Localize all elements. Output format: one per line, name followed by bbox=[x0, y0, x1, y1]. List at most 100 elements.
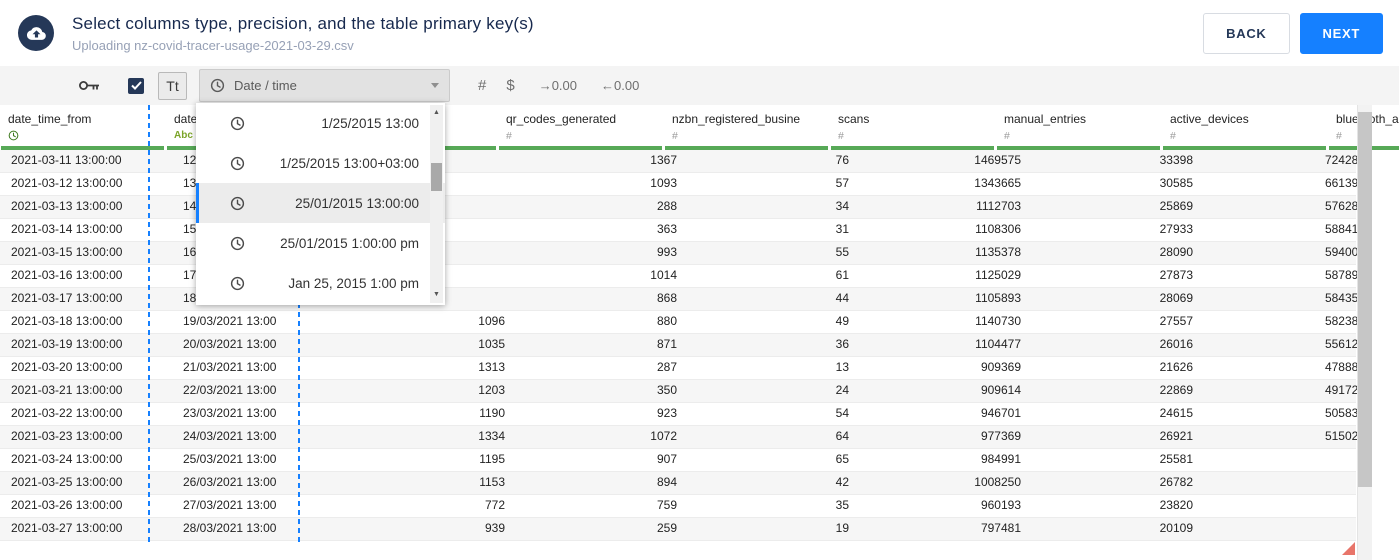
table-cell bbox=[1204, 472, 1376, 494]
decrease-decimals-button[interactable]: ←0.00 bbox=[601, 78, 639, 93]
clock-icon bbox=[230, 156, 245, 170]
column-type-indicator: # bbox=[1004, 129, 1010, 142]
table-cell: 2021-03-13 13:00:00 bbox=[11, 199, 123, 213]
scroll-up-icon[interactable]: ▲ bbox=[430, 108, 443, 118]
table-cell: 2021-03-14 13:00:00 bbox=[11, 222, 123, 236]
table-cell: 22869 bbox=[1159, 383, 1193, 397]
upload-cloud-icon bbox=[18, 15, 54, 51]
next-button[interactable]: NEXT bbox=[1299, 12, 1383, 54]
table-cell: 24 bbox=[835, 383, 849, 397]
column-header-qr_codes_generated[interactable]: qr_codes_generated # bbox=[498, 105, 664, 150]
table-cell: 582380 bbox=[1324, 314, 1365, 328]
table-cell: 1203 bbox=[478, 383, 505, 397]
table-cell: 1261266 bbox=[1376, 150, 1399, 172]
table-cell: 505836 bbox=[1324, 406, 1365, 420]
table-cell: 1367 bbox=[650, 153, 677, 167]
table-cell: 25/03/2021 13:00 bbox=[183, 452, 277, 466]
back-button[interactable]: BACK bbox=[1203, 12, 1290, 54]
table-cell: 49 bbox=[835, 314, 849, 328]
table-cell: 594008 bbox=[1324, 245, 1365, 259]
column-quality-bar bbox=[831, 146, 994, 150]
table-cell: 36 bbox=[835, 337, 849, 351]
table-cell: 491728 bbox=[1324, 383, 1365, 397]
table-cell: 1108306 bbox=[975, 222, 1021, 236]
table-cell: 1093 bbox=[650, 176, 677, 190]
table-cell: 287 bbox=[656, 360, 677, 374]
table-cell bbox=[1376, 472, 1399, 494]
table-cell: 19/03/2021 13:00 bbox=[183, 314, 277, 328]
table-cell: 724288 bbox=[1324, 153, 1365, 167]
column-name: manual_entries bbox=[1004, 112, 1087, 126]
table-row: 2021-03-20 13:00:00 21/03/2021 13:00 1313 2… bbox=[0, 357, 1365, 380]
column-header-active_devices[interactable]: active_devices # bbox=[1162, 105, 1328, 150]
table-row: 2021-03-25 13:00:00 26/03/2021 13:00 1153 8… bbox=[0, 472, 1356, 495]
format-option[interactable]: 25/01/2015 13:00:00 bbox=[196, 183, 445, 223]
table-cell: 25869 bbox=[1159, 199, 1193, 213]
format-option[interactable]: 1/25/2015 13:00 bbox=[196, 103, 445, 143]
column-header-manual_entries[interactable]: manual_entries # bbox=[996, 105, 1162, 150]
table-cell: 1125029 bbox=[975, 268, 1021, 282]
format-option-label: Jan 25, 2015 1:00 pm bbox=[288, 275, 419, 291]
table-cell: 556123 bbox=[1324, 337, 1365, 351]
table-cell: 588414 bbox=[1324, 222, 1365, 236]
column-quality-bar bbox=[665, 146, 828, 150]
table-cell: 259 bbox=[656, 521, 677, 535]
table-cell: 13 bbox=[835, 360, 849, 374]
format-option[interactable]: 1/25/2015 13:00+03:00 bbox=[196, 143, 445, 183]
scrollbar-thumb[interactable] bbox=[1358, 112, 1372, 487]
table-cell: 1240704 bbox=[1376, 242, 1399, 264]
table-cell: 1171854 bbox=[1376, 449, 1399, 471]
clock-icon bbox=[8, 130, 19, 141]
scroll-down-icon[interactable]: ▼ bbox=[430, 290, 443, 300]
column-header-nzbn_registered_busine[interactable]: nzbn_registered_busine # bbox=[664, 105, 830, 150]
table-cell: 1008250 bbox=[974, 475, 1021, 489]
table-cell: 909614 bbox=[980, 383, 1021, 397]
table-row: 2021-03-23 13:00:00 24/03/2021 13:00 1334 1… bbox=[0, 426, 1365, 449]
table-cell: 1213891 bbox=[1376, 380, 1399, 402]
table-cell: 1229904 bbox=[1376, 311, 1399, 333]
text-type-button[interactable]: Tt bbox=[158, 71, 187, 100]
format-option-label: 1/25/2015 13:00+03:00 bbox=[279, 155, 419, 171]
table-cell: 1014 bbox=[650, 268, 677, 282]
table-cell bbox=[1204, 495, 1376, 517]
table-cell: 1072 bbox=[650, 429, 677, 443]
menu-scrollbar-thumb[interactable] bbox=[431, 163, 442, 191]
table-cell: 20/03/2021 13:00 bbox=[183, 337, 277, 351]
table-cell: 923 bbox=[656, 406, 677, 420]
table-cell: 34 bbox=[835, 199, 849, 213]
primary-key-icon[interactable] bbox=[78, 78, 100, 93]
format-option[interactable]: 25/01/2015 1:00:00 pm bbox=[196, 223, 445, 263]
increase-decimals-button[interactable]: →0.00 bbox=[539, 78, 577, 93]
include-column-checkbox[interactable] bbox=[128, 77, 144, 94]
table-cell: 880 bbox=[656, 314, 677, 328]
column-name: nzbn_registered_busine bbox=[672, 112, 801, 126]
number-type-button[interactable]: # bbox=[478, 77, 486, 94]
column-quality-bar bbox=[997, 146, 1160, 150]
table-cell: 2021-03-15 13:00:00 bbox=[11, 245, 123, 259]
table-row: 2021-03-18 13:00:00 19/03/2021 13:00 1096 8… bbox=[0, 311, 1365, 334]
table-cell: 909369 bbox=[980, 360, 1021, 374]
table-cell: 2021-03-22 13:00:00 bbox=[11, 406, 123, 420]
column-header-scans[interactable]: scans # bbox=[830, 105, 996, 150]
table-cell: 2021-03-21 13:00:00 bbox=[11, 383, 123, 397]
date-format-select[interactable]: Date / time bbox=[199, 69, 450, 102]
table-scrollbar[interactable] bbox=[1357, 105, 1372, 560]
format-option[interactable]: Jan 25, 2015 1:00 pm bbox=[196, 263, 445, 303]
table-cell: 1343665 bbox=[974, 176, 1021, 190]
table-cell: 25581 bbox=[1159, 452, 1193, 466]
table-cell: 28069 bbox=[1159, 291, 1193, 305]
table-cell: 23820 bbox=[1159, 498, 1193, 512]
column-type-indicator: # bbox=[838, 129, 844, 142]
table-cell: 977369 bbox=[980, 429, 1021, 443]
table-cell: 478889 bbox=[1324, 360, 1365, 374]
table-cell: 2021-03-26 13:00:00 bbox=[11, 498, 123, 512]
format-option-label: 1/25/2015 13:00 bbox=[321, 115, 419, 131]
table-row: 2021-03-21 13:00:00 22/03/2021 13:00 1203 3… bbox=[0, 380, 1365, 403]
currency-type-button[interactable]: $ bbox=[506, 77, 514, 94]
menu-scrollbar[interactable]: ▲ ▼ bbox=[430, 105, 443, 303]
table-cell: 1140730 bbox=[975, 314, 1021, 328]
table-cell: 1104477 bbox=[975, 337, 1021, 351]
clock-icon bbox=[230, 276, 245, 290]
column-header-date_time_from[interactable]: date_time_from bbox=[0, 105, 166, 150]
table-cell: 1035 bbox=[478, 337, 505, 351]
